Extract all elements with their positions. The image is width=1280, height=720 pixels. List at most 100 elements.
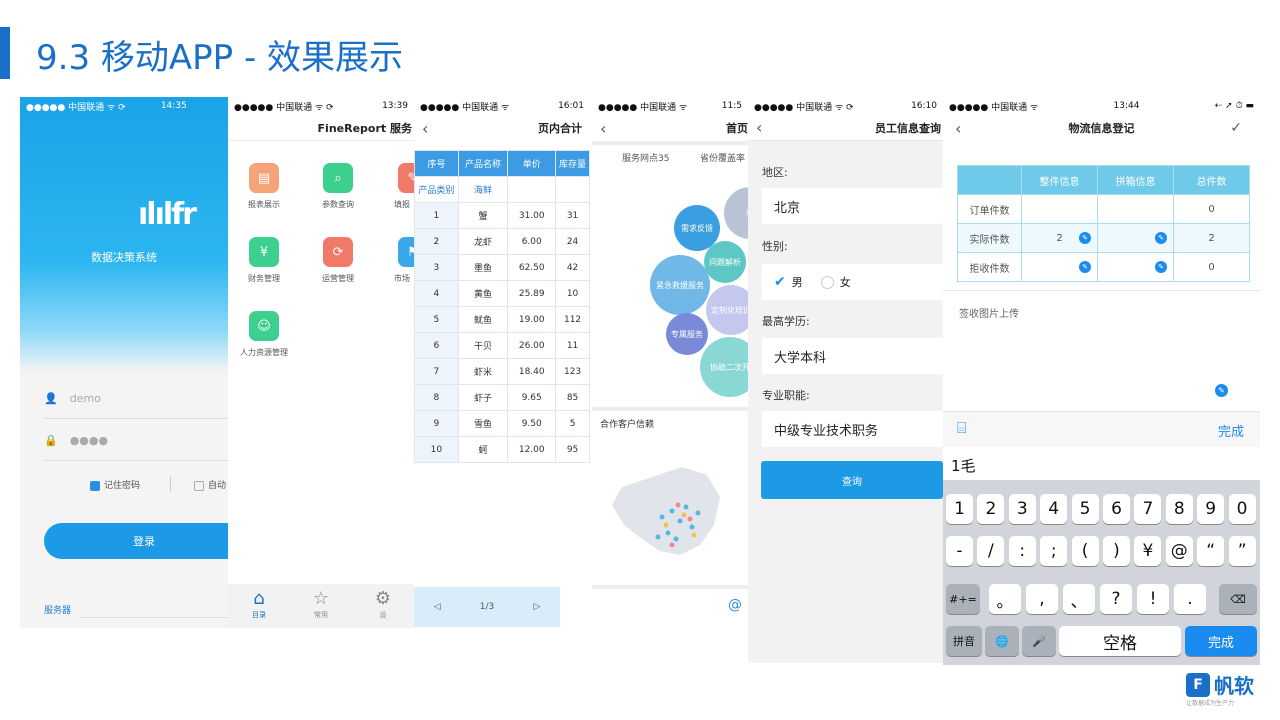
table-screen: ●●●●● 中国联通 ᯤ 16:01 ‹ 页内合计 序号 产品名称 单价 库存量 产品类别…: [414, 97, 590, 628]
key[interactable]: 6: [1103, 494, 1130, 524]
row-label: 订单件数: [957, 194, 1022, 224]
bubble[interactable]: 定制化培训: [706, 285, 748, 335]
radio-unchecked-icon[interactable]: [820, 275, 834, 289]
scan-icon[interactable]: ⌸: [957, 418, 967, 438]
key[interactable]: !: [1137, 584, 1169, 614]
key[interactable]: :: [1008, 536, 1036, 566]
cell[interactable]: [1097, 194, 1174, 224]
key[interactable]: 拼音: [946, 626, 982, 656]
status-bar: ●●●●● 中国联通 ᯤ ⟳ 16:10: [748, 97, 943, 115]
bubble[interactable]: 版: [724, 187, 748, 239]
password-field[interactable]: 🔒 ●●●●: [44, 421, 228, 461]
key[interactable]: ⌫: [1219, 584, 1257, 614]
prev-icon[interactable]: ◁: [434, 602, 441, 612]
cell[interactable]: ✎: [1097, 223, 1174, 253]
key[interactable]: (: [1071, 536, 1099, 566]
status-bar: ●●●●● 中国联通 ᯤ 13:44 ⇠ ➚ ⏱ ▬: [949, 101, 1254, 113]
edit-icon[interactable]: ✎: [1155, 232, 1167, 244]
table-row: 订单件数 0: [957, 194, 1250, 224]
key[interactable]: ?: [1100, 584, 1132, 614]
key[interactable]: 3: [1008, 494, 1036, 524]
key[interactable]: ,: [1026, 584, 1058, 614]
key[interactable]: 1: [946, 494, 973, 524]
key[interactable]: 9: [1197, 494, 1225, 524]
divider: [80, 617, 228, 618]
server-link[interactable]: 服务器: [44, 603, 71, 616]
at-icon[interactable]: @: [728, 597, 742, 613]
education-select[interactable]: 大学本科: [762, 338, 943, 374]
product-table: 序号 产品名称 单价 库存量 产品类别 海鲜 1 蟹 31.00 31 2 龙虾 6.00 24 3 墨鱼…: [414, 150, 590, 463]
brand-logo: F 帆软: [1186, 670, 1254, 699]
back-icon[interactable]: ‹: [955, 119, 961, 138]
report-icon: ▤: [249, 163, 279, 193]
toolbar-done-button[interactable]: 完成: [1218, 421, 1244, 440]
bubble[interactable]: 协助二次开: [700, 337, 748, 397]
back-icon[interactable]: ‹: [600, 119, 606, 138]
job-select[interactable]: 中级专业技术职务: [762, 411, 943, 447]
menu-item-market[interactable]: ⚑ 市场: [376, 237, 414, 284]
key[interactable]: 🌐: [985, 626, 1019, 656]
key[interactable]: 7: [1134, 494, 1162, 524]
key[interactable]: @: [1165, 536, 1193, 566]
edit-icon[interactable]: ✎: [1155, 261, 1167, 273]
menu-item-finance[interactable]: ¥ 财务管理: [228, 237, 300, 284]
menu-item-query[interactable]: ⌕ 参数查询: [302, 163, 374, 210]
auto-login-checkbox[interactable]: 自动: [194, 478, 226, 491]
menu-item-report[interactable]: ▤ 报表展示: [228, 163, 300, 210]
key[interactable]: -: [946, 536, 973, 566]
key[interactable]: 🎤: [1022, 626, 1056, 656]
key[interactable]: 0: [1228, 494, 1256, 524]
key[interactable]: #+=: [946, 584, 980, 614]
key[interactable]: 、: [1063, 584, 1095, 614]
tab-favorite[interactable]: ☆ 常用: [290, 584, 352, 628]
map-panel: 合作客户信赖: [592, 411, 748, 585]
key[interactable]: ): [1103, 536, 1130, 566]
key[interactable]: ;: [1040, 536, 1068, 566]
key[interactable]: 4: [1040, 494, 1068, 524]
key[interactable]: 8: [1165, 494, 1193, 524]
tab-catalog[interactable]: ⌂ 目录: [228, 584, 290, 628]
region-select[interactable]: 北京: [762, 188, 943, 224]
next-icon[interactable]: ▷: [533, 602, 540, 612]
gender-radio-group[interactable]: ✔ 男 女: [762, 264, 943, 300]
radio-checked-icon[interactable]: ✔: [774, 274, 786, 290]
bubble[interactable]: 专属服务: [666, 313, 708, 355]
check-icon[interactable]: ✓: [1230, 120, 1242, 136]
cell[interactable]: [1021, 194, 1098, 224]
tab-settings[interactable]: ⚙ 设: [352, 584, 414, 628]
back-icon[interactable]: ‹: [422, 119, 428, 138]
key[interactable]: /: [977, 536, 1005, 566]
key[interactable]: 2: [977, 494, 1005, 524]
table-row: 6 干贝 26.00 11: [414, 332, 590, 359]
cell[interactable]: ✎: [1097, 252, 1174, 282]
table-row: 拒收件数 ✎ ✎ 0: [957, 252, 1250, 282]
menu-item-operation[interactable]: ⟳ 运营管理: [302, 237, 374, 284]
cell[interactable]: ✎: [1021, 252, 1098, 282]
cell[interactable]: 2 ✎: [1021, 223, 1098, 253]
username-field[interactable]: 👤 demo: [44, 379, 228, 419]
bubble-panel: 服务网点35 省份覆盖率 版 需求反馈 问题解析 紧急救援服务 定制化培训 专属…: [592, 145, 748, 407]
key[interactable]: 。: [989, 584, 1021, 614]
bubble[interactable]: 问题解析: [704, 241, 746, 283]
query-button[interactable]: 查询: [761, 461, 943, 499]
edit-icon[interactable]: ✎: [1079, 261, 1091, 273]
key[interactable]: ”: [1228, 536, 1256, 566]
key[interactable]: 完成: [1185, 626, 1257, 656]
key[interactable]: “: [1197, 536, 1225, 566]
key[interactable]: ¥: [1134, 536, 1162, 566]
menu-item-hr[interactable]: ☺ 人力资源管理: [228, 311, 300, 358]
key[interactable]: .: [1174, 584, 1206, 614]
key[interactable]: 空格: [1059, 626, 1181, 656]
login-button[interactable]: 登录: [44, 523, 228, 559]
lock-icon: 🔒: [44, 434, 58, 447]
key[interactable]: 5: [1071, 494, 1099, 524]
menu-item-fill[interactable]: ✎ 填报: [376, 163, 414, 210]
login-hero: [20, 97, 228, 372]
education-label: 最高学历:: [762, 315, 810, 328]
bubble[interactable]: 紧急救援服务: [650, 255, 710, 315]
table-row: 实际件数 2 ✎ ✎ 2: [957, 223, 1250, 253]
edit-icon[interactable]: ✎: [1215, 384, 1228, 397]
remember-checkbox[interactable]: 记住密码: [90, 478, 140, 491]
back-icon[interactable]: ‹: [756, 118, 762, 137]
edit-icon[interactable]: ✎: [1079, 232, 1091, 244]
